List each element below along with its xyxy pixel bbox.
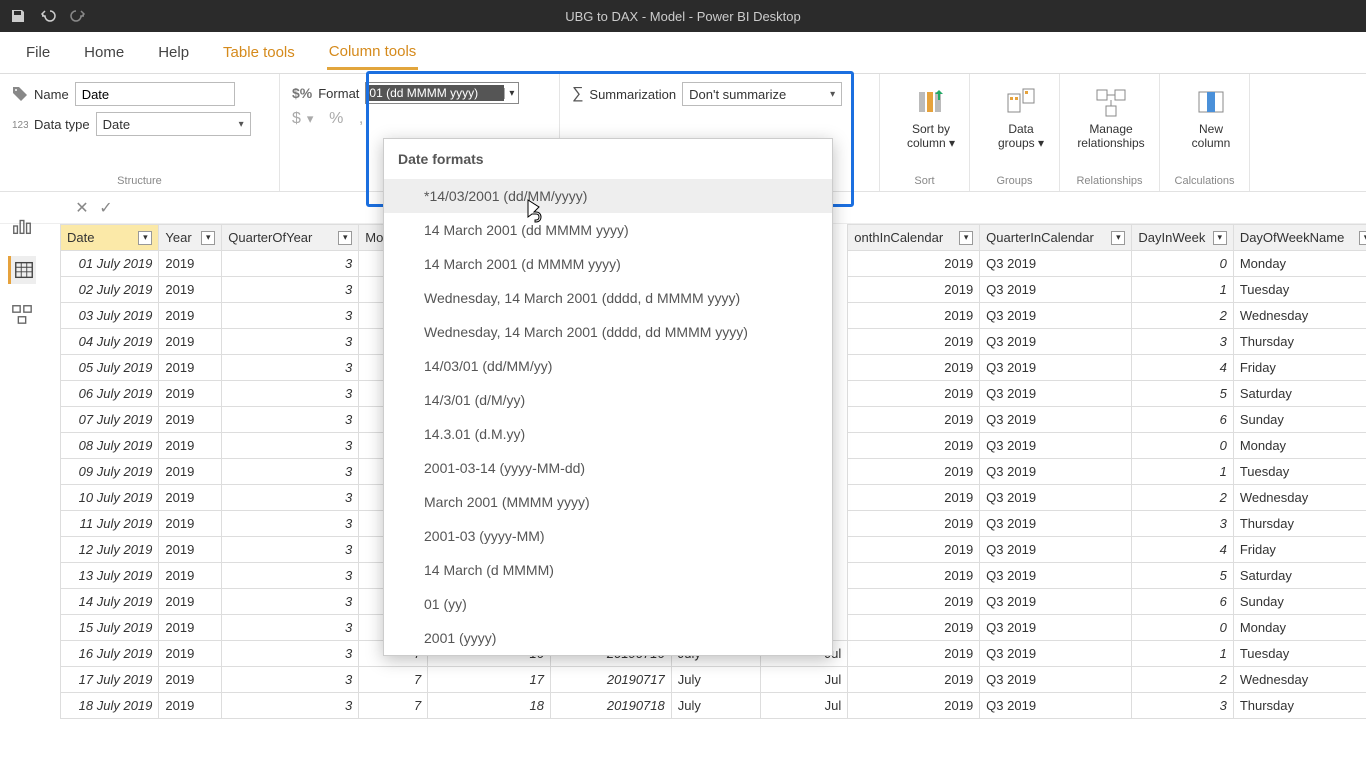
popup-header: Date formats <box>384 139 832 179</box>
undo-icon[interactable] <box>40 8 56 24</box>
col-year[interactable]: Year▾ <box>159 225 222 251</box>
window-title: UBG to DAX - Model - Power BI Desktop <box>565 9 801 24</box>
date-formats-popup: Date formats *14/03/2001 (dd/MM/yyyy)14 … <box>383 138 833 656</box>
format-option[interactable]: 14 March 2001 (dd MMMM yyyy) <box>384 213 832 247</box>
datagroups-icon <box>1005 86 1037 118</box>
tab-file[interactable]: File <box>24 36 52 69</box>
tab-column-tools[interactable]: Column tools <box>327 35 419 70</box>
format-select[interactable]: 01 (dd MMMM yyyy)▾ <box>365 82 519 104</box>
col-dayofweekname[interactable]: DayOfWeekName▾ <box>1233 225 1366 251</box>
col-date[interactable]: Date▾ <box>61 225 159 251</box>
data-groups-button[interactable]: Datagroups ▾ <box>982 82 1060 150</box>
format-option[interactable]: 14 March 2001 (d MMMM yyyy) <box>384 247 832 281</box>
save-icon[interactable] <box>10 8 26 24</box>
summarization-select[interactable]: Don't summarize▾ <box>682 82 842 106</box>
newcolumn-icon <box>1195 86 1227 118</box>
view-switcher <box>8 212 48 328</box>
manage-relationships-button[interactable]: Managerelationships <box>1072 82 1150 150</box>
model-view-icon[interactable] <box>8 300 36 328</box>
format-option[interactable]: 2001-03-14 (yyyy-MM-dd) <box>384 451 832 485</box>
table-row[interactable]: 18 July 20192019371820190718JulyJul2019Q… <box>61 693 1366 719</box>
commit-formula-icon[interactable]: ✓ <box>94 198 118 218</box>
format-label: Format <box>318 86 359 101</box>
group-structure: Structure <box>12 175 267 187</box>
redo-icon[interactable] <box>70 8 86 24</box>
datatype-label: Data type <box>34 117 90 132</box>
format-option[interactable]: March 2001 (MMMM yyyy) <box>384 485 832 519</box>
datatype-icon: 123 <box>12 116 28 132</box>
datatype-select[interactable]: Date▾ <box>96 112 251 136</box>
format-option[interactable]: *14/03/2001 (dd/MM/yyyy) <box>384 179 832 213</box>
format-option[interactable]: 14/3/01 (d/M/yy) <box>384 383 832 417</box>
col-quarter[interactable]: QuarterOfYear▾ <box>222 225 359 251</box>
report-view-icon[interactable] <box>8 212 36 240</box>
svg-text:123: 123 <box>12 120 28 131</box>
name-input[interactable] <box>75 82 235 106</box>
col-monthincal[interactable]: onthInCalendar▾ <box>848 225 980 251</box>
format-option[interactable]: 14/03/01 (dd/MM/yy) <box>384 349 832 383</box>
sort-icon <box>915 86 947 118</box>
summarization-label: Summarization <box>589 87 676 102</box>
tab-home[interactable]: Home <box>82 36 126 69</box>
format-option[interactable]: 14 March (d MMMM) <box>384 553 832 587</box>
title-bar: UBG to DAX - Model - Power BI Desktop <box>0 0 1366 32</box>
format-option[interactable]: Wednesday, 14 March 2001 (dddd, dd MMMM … <box>384 315 832 349</box>
col-quarterincal[interactable]: QuarterInCalendar▾ <box>980 225 1132 251</box>
ribbon-tabs: File Home Help Table tools Column tools <box>0 32 1366 74</box>
sort-by-column-button[interactable]: Sort bycolumn ▾ <box>892 82 970 150</box>
format-option[interactable]: Wednesday, 14 March 2001 (dddd, d MMMM y… <box>384 281 832 315</box>
format-option[interactable]: 2001 (yyyy) <box>384 621 832 655</box>
tab-table-tools[interactable]: Table tools <box>221 36 297 69</box>
name-label: Name <box>34 87 69 102</box>
new-column-button[interactable]: Newcolumn <box>1172 82 1250 150</box>
data-view-icon[interactable] <box>8 256 36 284</box>
relationships-icon <box>1095 86 1127 118</box>
tag-icon <box>12 86 28 102</box>
tab-help[interactable]: Help <box>156 36 191 69</box>
cancel-formula-icon[interactable]: ✕ <box>70 198 94 218</box>
format-option[interactable]: 2001-03 (yyyy-MM) <box>384 519 832 553</box>
format-option[interactable]: 14.3.01 (d.M.yy) <box>384 417 832 451</box>
format-option[interactable]: 01 (yy) <box>384 587 832 621</box>
col-dayinweek[interactable]: DayInWeek▾ <box>1132 225 1233 251</box>
table-row[interactable]: 17 July 20192019371720190717JulyJul2019Q… <box>61 667 1366 693</box>
